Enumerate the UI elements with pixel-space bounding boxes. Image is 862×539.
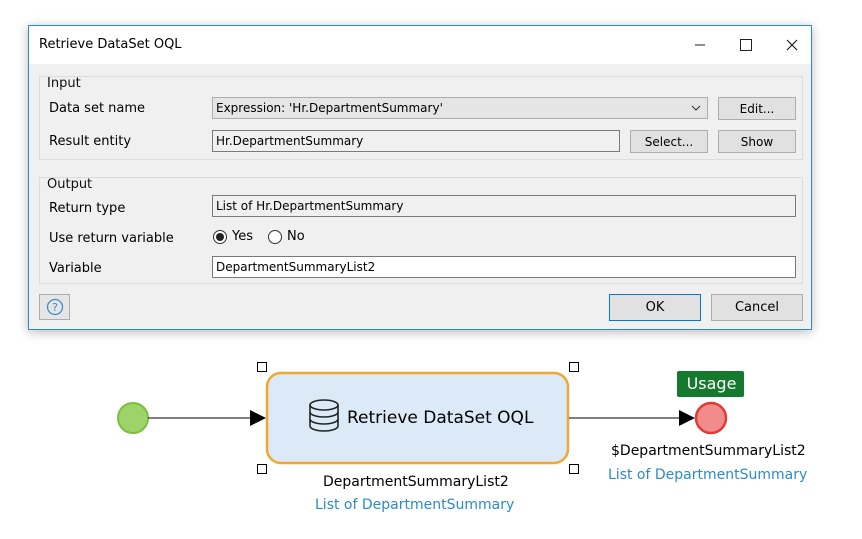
selection-handle[interactable] [257,464,267,474]
usage-badge-label: Usage [686,374,737,393]
selection-handle[interactable] [569,464,579,474]
arrow-head-icon [679,410,695,426]
activity-label: Retrieve DataSet OQL [347,408,534,428]
end-output-type[interactable]: List of DepartmentSummary [608,467,807,483]
end-output-name: $DepartmentSummaryList2 [611,443,806,459]
activity-output-type[interactable]: List of DepartmentSummary [315,497,514,513]
selection-handle[interactable] [257,362,267,372]
end-event[interactable] [694,401,728,435]
start-event[interactable] [117,402,149,434]
arrow-head-icon [250,410,266,426]
activity-output-name: DepartmentSummaryList2 [323,474,509,490]
selection-handle[interactable] [569,362,579,372]
